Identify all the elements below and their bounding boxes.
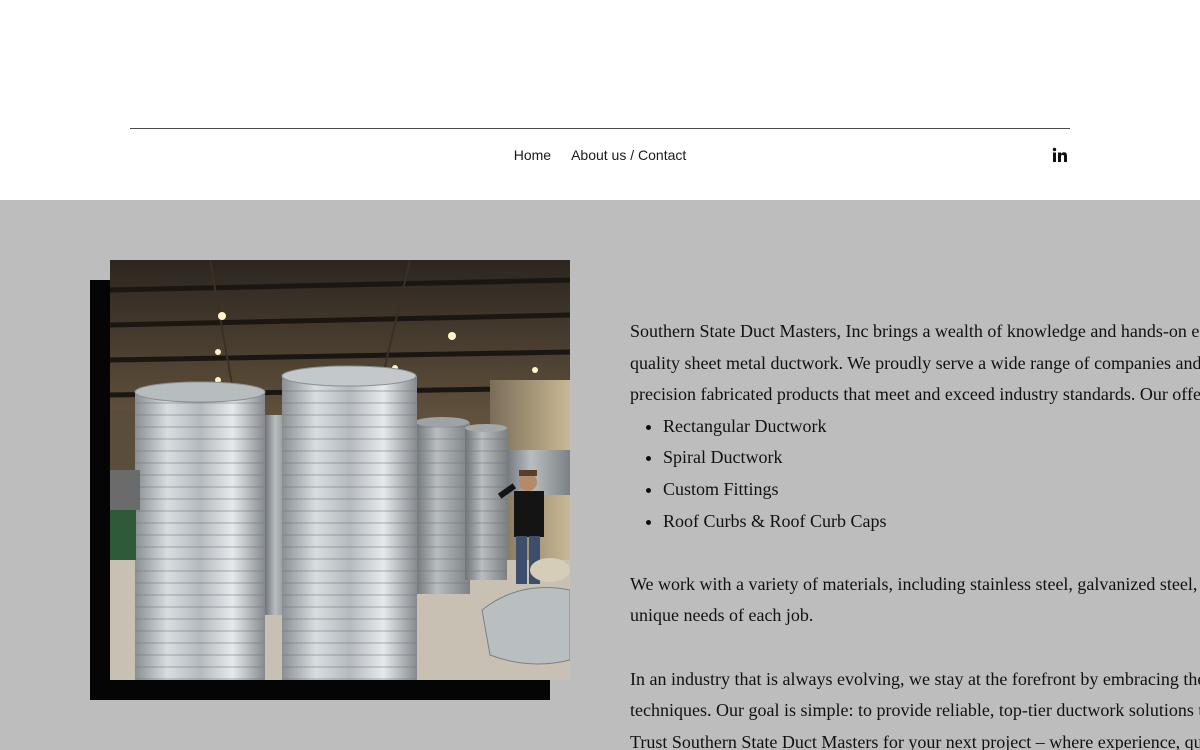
- closing-line: Trust Southern State Duct Masters for yo…: [630, 731, 1200, 750]
- closing-paragraph: In an industry that is always evolving, …: [630, 664, 1200, 750]
- about-section: Southern State Duct Masters, Inc brings …: [0, 200, 1200, 750]
- offering-item: Roof Curbs & Roof Curb Caps: [663, 506, 1200, 538]
- about-text: Southern State Duct Masters, Inc brings …: [630, 316, 1200, 750]
- nav-home-link[interactable]: Home: [514, 146, 551, 164]
- nav-about-contact-link[interactable]: About us / Contact: [571, 146, 686, 164]
- closing-line: techniques. Our goal is simple: to provi…: [630, 700, 1200, 721]
- closing-line: In an industry that is always evolving, …: [630, 668, 1200, 689]
- header-divider: [130, 128, 1070, 129]
- materials-paragraph: We work with a variety of materials, inc…: [630, 569, 1200, 632]
- intro-line: Southern State Duct Masters, Inc brings …: [630, 321, 1200, 341]
- site-header: Home About us / Contact: [0, 0, 1200, 200]
- materials-line: We work with a variety of materials, inc…: [630, 573, 1198, 594]
- linkedin-icon[interactable]: [1052, 147, 1068, 163]
- offering-item: Spiral Ductwork: [663, 442, 1200, 474]
- intro-line: precision fabricated products that meet …: [630, 384, 1200, 405]
- main-nav: Home About us / Contact: [0, 146, 1200, 164]
- intro-paragraph: Southern State Duct Masters, Inc brings …: [630, 316, 1200, 411]
- intro-line: quality sheet metal ductwork. We proudly…: [630, 352, 1200, 373]
- warehouse-ductwork-photo: [110, 260, 570, 680]
- offering-item: Rectangular Ductwork: [663, 411, 1200, 443]
- offering-item: Custom Fittings: [663, 474, 1200, 506]
- materials-line: unique needs of each job.: [630, 605, 814, 626]
- offerings-list: Rectangular Ductwork Spiral Ductwork Cus…: [630, 411, 1200, 537]
